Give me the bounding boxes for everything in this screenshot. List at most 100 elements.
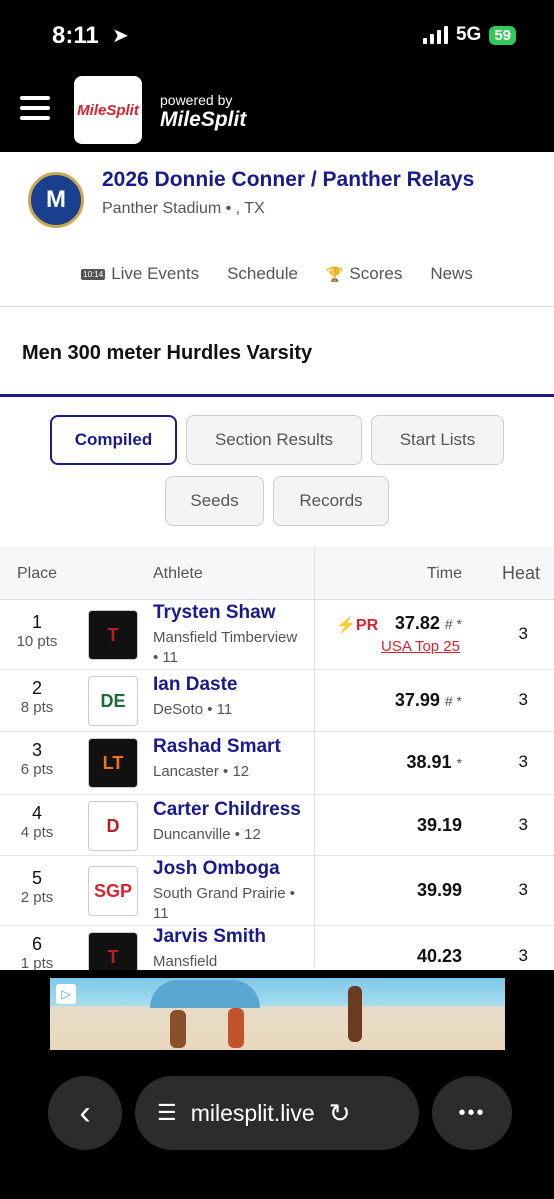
back-icon: ‹ xyxy=(79,1093,91,1132)
athlete-name[interactable]: Ian Daste xyxy=(153,674,237,696)
place-number: 2 xyxy=(31,678,42,698)
place-cell: 6 1 pts xyxy=(0,934,74,970)
usa-top-25-link[interactable]: USA Top 25 xyxy=(381,638,460,655)
header-heat: Heat xyxy=(501,563,540,583)
athlete-school: South Grand Prairie • 11 xyxy=(153,885,295,922)
athlete-school: DeSoto • 11 xyxy=(153,701,233,718)
nav-scores[interactable]: 🏆 Scores xyxy=(326,264,402,284)
clock-icon: 10:14 xyxy=(81,268,106,280)
place-points: 8 pts xyxy=(20,699,54,716)
heat-cell: 3 xyxy=(518,815,528,834)
place-points: 6 pts xyxy=(20,761,54,778)
event-underline xyxy=(0,394,554,397)
athlete-name[interactable]: Rashad Smart xyxy=(153,736,281,758)
tab-records[interactable]: Records xyxy=(273,476,389,526)
table-row[interactable]: 6 1 pts T Jarvis Smith Mansfield 40.23 3 xyxy=(0,926,554,970)
school-logo: D xyxy=(88,801,138,851)
menu-icon[interactable] xyxy=(20,96,50,120)
athlete-name[interactable]: Carter Childress xyxy=(153,799,301,821)
tab-start-lists[interactable]: Start Lists xyxy=(371,415,504,465)
heat-cell: 3 xyxy=(518,690,528,709)
place-number: 6 xyxy=(31,934,42,954)
place-number: 5 xyxy=(31,868,42,888)
logo-text: MileSplit xyxy=(77,101,139,119)
milesplit-logo[interactable]: MileSplit xyxy=(74,76,142,144)
time-cell: 40.23 xyxy=(417,946,462,967)
time-value: 39.99 xyxy=(416,880,462,900)
event-title: Men 300 meter Hurdles Varsity xyxy=(22,342,313,364)
time-cell: 39.99 xyxy=(417,880,462,901)
meet-nav: 10:14 Live Events Schedule 🏆 Scores News xyxy=(0,264,554,284)
page-menu-icon[interactable]: ☰ xyxy=(157,1100,177,1126)
ad-choices-icon[interactable]: ▷ xyxy=(56,984,76,1004)
page-content: M 2026 Donnie Conner / Panther Relays Pa… xyxy=(0,152,554,970)
table-header: Place Athlete Time Heat xyxy=(0,547,554,600)
athlete-name[interactable]: Josh Omboga xyxy=(153,858,280,880)
beach-umbrella xyxy=(150,980,260,1008)
heat-cell: 3 xyxy=(518,752,528,771)
table-row[interactable]: 4 4 pts D Carter Childress Duncanville •… xyxy=(0,795,554,856)
time-value: 38.91 xyxy=(406,752,452,772)
time-marks: # * xyxy=(444,616,462,632)
table-row[interactable]: 5 2 pts SGP Josh Omboga South Grand Prai… xyxy=(0,856,554,926)
time-cell: 39.19 xyxy=(417,815,462,836)
place-points: 4 pts xyxy=(20,824,54,841)
nav-news[interactable]: News xyxy=(430,264,473,284)
nav-schedule[interactable]: Schedule xyxy=(227,264,298,284)
back-button[interactable]: ‹ xyxy=(48,1076,122,1150)
beach-figure xyxy=(228,1008,244,1048)
nav-scores-label: Scores xyxy=(349,264,403,283)
nav-live-events-label: Live Events xyxy=(111,264,200,283)
ad-banner[interactable]: ▷ xyxy=(50,978,505,1050)
place-cell: 1 10 pts xyxy=(0,612,74,650)
table-row[interactable]: 3 6 pts LT Rashad Smart Lancaster • 12 3… xyxy=(0,732,554,795)
tab-compiled[interactable]: Compiled xyxy=(50,415,177,465)
pr-badge: ⚡PR xyxy=(336,617,379,634)
athlete-school: Mansfield xyxy=(153,953,218,970)
url-text: milesplit.live xyxy=(190,1099,315,1126)
athlete-school: Duncanville • 12 xyxy=(153,826,261,843)
place-number: 1 xyxy=(31,612,42,632)
seal-letter: M xyxy=(46,186,66,213)
header-athlete: Athlete xyxy=(153,565,203,582)
heat-cell: 3 xyxy=(518,880,528,899)
place-cell: 2 8 pts xyxy=(0,678,74,716)
trophy-icon: 🏆 xyxy=(325,265,344,282)
network-type: 5G xyxy=(455,24,482,45)
place-number: 4 xyxy=(31,803,42,823)
location-arrow-icon: ➤ xyxy=(112,25,129,47)
url-bar[interactable]: ☰ milesplit.live ↻ xyxy=(135,1076,419,1150)
tab-section-results[interactable]: Section Results xyxy=(186,415,362,465)
athlete-name[interactable]: Jarvis Smith xyxy=(153,926,266,948)
meet-title[interactable]: 2026 Donnie Conner / Panther Relays xyxy=(102,168,474,192)
nav-schedule-label: Schedule xyxy=(227,264,298,283)
place-cell: 5 2 pts xyxy=(0,868,74,906)
beach-figure xyxy=(170,1010,186,1048)
meet-venue: Panther Stadium • , TX xyxy=(102,200,265,217)
athlete-school: Mansfield Timberview • 11 xyxy=(153,629,298,666)
time-cell: 37.99 # * xyxy=(395,690,462,711)
status-bar: 8:11 ➤ 5G 59 xyxy=(0,0,554,70)
time-value: 37.99 xyxy=(394,690,440,710)
table-row[interactable]: 2 8 pts DE Ian Daste DeSoto • 11 37.99 #… xyxy=(0,670,554,732)
header-place: Place xyxy=(17,565,58,582)
athlete-school: Lancaster • 12 xyxy=(153,763,250,780)
status-time: 8:11 xyxy=(52,22,99,49)
athlete-name[interactable]: Trysten Shaw xyxy=(153,602,276,624)
reload-icon[interactable]: ↻ xyxy=(329,1098,351,1129)
powered-by-brand: MileSplit xyxy=(160,108,247,131)
school-logo: DE xyxy=(88,676,138,726)
app-header: MileSplit powered by MileSplit xyxy=(0,70,554,152)
school-logo: LT xyxy=(88,738,138,788)
pr-label: PR xyxy=(355,617,379,634)
heat-cell: 3 xyxy=(518,946,528,965)
table-row[interactable]: 1 10 pts T Trysten Shaw Mansfield Timber… xyxy=(0,600,554,670)
school-logo: T xyxy=(88,610,138,660)
tab-seeds[interactable]: Seeds xyxy=(165,476,264,526)
place-cell: 3 6 pts xyxy=(0,740,74,778)
header-time: Time xyxy=(427,565,462,582)
time-cell: 38.91 * xyxy=(406,752,462,773)
more-button[interactable]: ••• xyxy=(432,1076,512,1150)
nav-live-events[interactable]: 10:14 Live Events xyxy=(81,264,199,284)
place-cell: 4 4 pts xyxy=(0,803,74,841)
